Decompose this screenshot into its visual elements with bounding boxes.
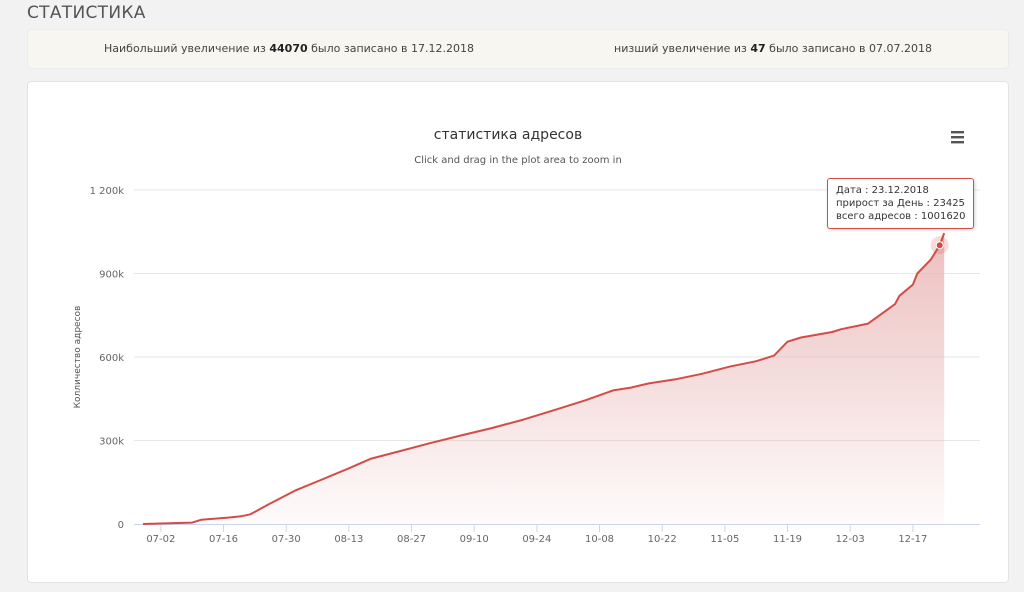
chart-menu-button[interactable] [951,131,964,144]
tooltip-total-value: 1001620 [920,211,966,222]
min-record-value: 47 [750,42,766,55]
y-tick-label: 0 [118,520,124,531]
tooltip-total-row: всего адресов : 1001620 [836,211,966,222]
x-tick-label: 09-24 [522,534,551,545]
data-tooltip: Дата : 23.12.2018 прирост за День : 2342… [827,178,975,229]
address-stats-chart[interactable]: статистика адресов Click and drag in the… [28,82,1008,582]
y-tick-label: 900k [99,270,124,281]
highlight-point [935,241,944,250]
chart-card[interactable]: статистика адресов Click and drag in the… [27,81,1009,583]
tooltip-date-value: 23.12.2018 [871,185,929,196]
max-record-prefix: Наибольший увеличение из [104,42,266,55]
y-tick-label: 600k [99,353,124,364]
tooltip-growth-label: прирост за День [836,198,924,209]
y-tick-label: 300k [99,437,124,448]
series-area [143,233,945,524]
x-tick-label: 12-17 [898,534,927,545]
min-increase-record: низший увеличение из 47 было записано в … [614,42,932,55]
hamburger-menu-icon[interactable] [951,131,964,144]
y-axis-title: Колличество адресов [73,306,83,409]
tooltip-date-label: Дата [836,185,862,196]
x-tick-label: 08-27 [397,534,426,545]
y-axis-ticks: 0 300k 600k 900k 1 200k [90,186,125,531]
tooltip-total-label: всего адресов [836,211,912,222]
series-layer [142,232,949,525]
x-tick-label: 07-30 [272,534,301,545]
chart-subtitle: Click and drag in the plot area to zoom … [414,155,622,166]
tooltip-date-row: Дата : 23.12.2018 [836,185,929,196]
x-axis-ticks: 07-02 07-16 07-30 08-13 08-27 09-10 09-24 10-08… [146,524,927,545]
x-tick-label: 11-19 [773,534,802,545]
x-tick-label: 09-10 [460,534,489,545]
x-tick-label: 08-13 [334,534,363,545]
chart-title: статистика адресов [434,127,582,143]
min-record-prefix: низший увеличение из [614,42,747,55]
records-panel: Наибольший увеличение из 44070 было запи… [27,29,1009,69]
max-record-suffix: было записано в 17.12.2018 [311,42,474,55]
x-tick-label: 07-16 [209,534,238,545]
min-record-suffix: было записано в 07.07.2018 [769,42,932,55]
x-tick-label: 10-22 [648,534,677,545]
x-tick-label: 07-02 [146,534,175,545]
x-tick-label: 11-05 [710,534,739,545]
tooltip-growth-row: прирост за День : 23425 [836,198,965,209]
x-tick-label: 12-03 [836,534,865,545]
y-tick-label: 1 200k [90,186,125,197]
page-title: СТАТИСТИКА [27,3,146,23]
x-tick-label: 10-08 [585,534,614,545]
max-record-value: 44070 [269,42,308,55]
tooltip-growth-value: 23425 [933,198,965,209]
max-increase-record: Наибольший увеличение из 44070 было запи… [104,42,474,55]
